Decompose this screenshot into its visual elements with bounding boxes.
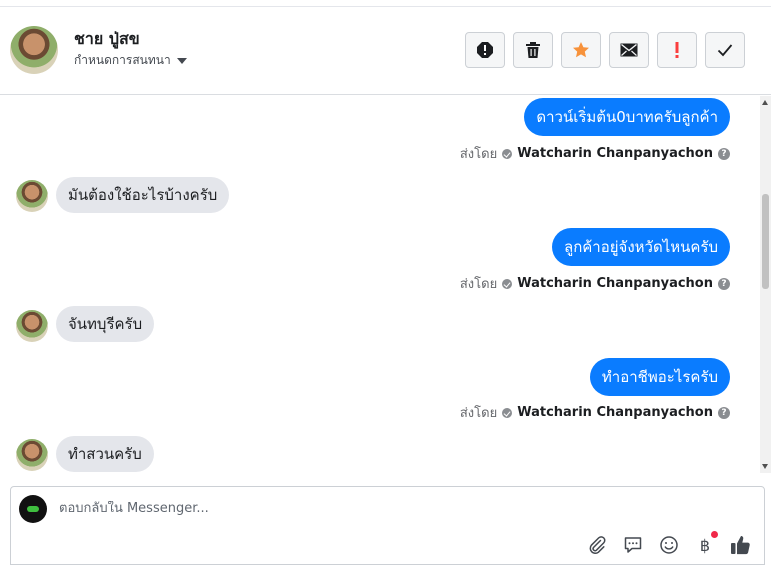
follow-up-button[interactable] [657, 32, 697, 68]
outgoing-message[interactable]: ลูกค้าอยู่จังหวัดไหนครับ [552, 228, 730, 266]
reply-input[interactable] [59, 501, 559, 516]
help-icon[interactable]: ? [718, 147, 730, 160]
scroll-up-arrow-icon[interactable] [762, 100, 768, 105]
contact-avatar-small [16, 180, 48, 212]
paperclip-icon [589, 536, 606, 555]
conversation-schedule-label: กำหนดการสนทนา [74, 53, 171, 67]
report-spam-button[interactable] [465, 32, 505, 68]
notification-dot [711, 531, 718, 538]
contact-avatar-small [16, 439, 48, 471]
alert-circle-icon [477, 42, 493, 58]
contact-avatar-small [16, 310, 48, 342]
sent-by-agent: Watcharin Chanpanyachon [517, 405, 713, 420]
send-like-button[interactable] [730, 534, 752, 556]
envelope-icon [620, 43, 638, 57]
emoji-button[interactable] [658, 534, 680, 556]
checkmark-icon [717, 44, 733, 57]
header-actions [465, 32, 745, 68]
incoming-message[interactable]: จันทบุรีครับ [56, 306, 155, 342]
contact-name[interactable]: ชาย ปู่สข [74, 27, 140, 52]
sent-by-label: ส่งโดย [459, 147, 498, 162]
caret-down-icon [176, 57, 187, 64]
conversation-schedule-dropdown[interactable]: กำหนดการสนทนา [74, 51, 187, 70]
trash-icon [526, 42, 540, 58]
verified-check-icon [502, 278, 513, 289]
delete-button[interactable] [513, 32, 553, 68]
emoji-icon [660, 536, 678, 554]
thumbs-up-icon [731, 536, 750, 555]
composer-tools: ฿ [586, 531, 752, 556]
verified-check-icon [502, 148, 513, 159]
message-thread[interactable]: ดาวน์เริ่มต้น0บาทครับลูกค้า ส่งโดย Watch… [0, 96, 760, 473]
scroll-thumb[interactable] [762, 194, 769, 289]
star-button[interactable] [561, 32, 601, 68]
sent-by-line: ส่งโดย Watcharin Chanpanyachon ? [460, 402, 730, 423]
outgoing-message[interactable]: ทำอาชีพอะไรครับ [589, 358, 730, 396]
outgoing-message[interactable]: ดาวน์เริ่มต้น0บาทครับลูกค้า [524, 98, 730, 136]
incoming-message[interactable]: มันต้องใช้อะไรบ้างครับ [56, 177, 230, 213]
baht-payment-icon: ฿ [699, 535, 711, 555]
help-icon[interactable]: ? [718, 406, 730, 419]
messenger-conversation: ชาย ปู่สข กำหนดการสนทนา ดาวน์เริ่มต้น0บา… [0, 0, 771, 565]
sent-by-agent: Watcharin Chanpanyachon [517, 276, 713, 291]
payment-button[interactable]: ฿ [694, 531, 718, 556]
exclamation-icon [675, 42, 679, 58]
help-icon[interactable]: ? [718, 277, 730, 290]
thread-scrollbar[interactable] [760, 96, 771, 473]
sent-by-agent: Watcharin Chanpanyachon [517, 146, 713, 161]
mark-unread-button[interactable] [609, 32, 649, 68]
mark-done-button[interactable] [705, 32, 745, 68]
star-icon [573, 42, 589, 58]
contact-avatar[interactable] [10, 26, 58, 74]
incoming-message[interactable]: ทำสวนครับ [56, 436, 154, 472]
saved-reply-icon [624, 537, 642, 553]
sent-by-label: ส่งโดย [459, 277, 498, 292]
sent-by-label: ส่งโดย [459, 406, 498, 421]
verified-check-icon [502, 407, 513, 418]
page-avatar [19, 495, 47, 523]
attach-file-button[interactable] [586, 534, 608, 556]
sent-by-line: ส่งโดย Watcharin Chanpanyachon ? [460, 273, 730, 294]
reply-composer: ฿ [10, 486, 765, 565]
scroll-down-arrow-icon[interactable] [762, 464, 768, 469]
sent-by-line: ส่งโดย Watcharin Chanpanyachon ? [460, 143, 730, 164]
conversation-header: ชาย ปู่สข กำหนดการสนทนา [0, 7, 771, 95]
saved-replies-button[interactable] [622, 534, 644, 556]
